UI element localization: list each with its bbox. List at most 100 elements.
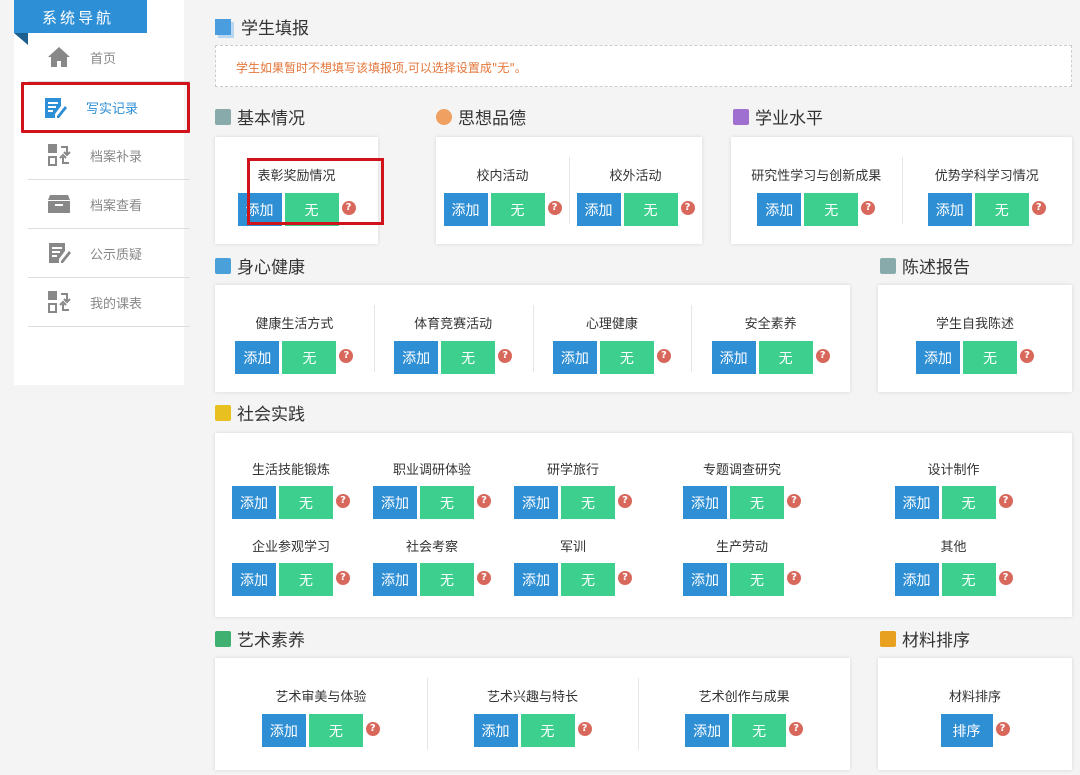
none-button[interactable]: 无 bbox=[441, 341, 495, 374]
heartbeat-icon bbox=[215, 258, 231, 274]
help-icon[interactable]: ? bbox=[618, 571, 632, 585]
fill-item: 校外活动添加无? bbox=[569, 137, 702, 244]
add-button[interactable]: 添加 bbox=[757, 193, 801, 226]
help-icon[interactable]: ? bbox=[477, 494, 491, 508]
none-button[interactable]: 无 bbox=[759, 341, 813, 374]
section-card-sort: 材料排序排序? bbox=[878, 658, 1072, 770]
item-buttons: 添加无? bbox=[685, 714, 803, 747]
item-label: 学生自我陈述 bbox=[936, 313, 1014, 333]
section-card-moral: 校内活动添加无?校外活动添加无? bbox=[436, 137, 702, 244]
help-icon[interactable]: ? bbox=[787, 494, 801, 508]
help-icon[interactable]: ? bbox=[999, 571, 1013, 585]
none-button[interactable]: 无 bbox=[804, 193, 858, 226]
help-icon[interactable]: ? bbox=[548, 201, 562, 215]
item-buttons: 添加无? bbox=[757, 193, 875, 226]
edit-icon bbox=[42, 96, 68, 120]
help-icon[interactable]: ? bbox=[861, 201, 875, 215]
section-title-text: 材料排序 bbox=[902, 626, 970, 651]
help-icon[interactable]: ? bbox=[789, 722, 803, 736]
help-icon[interactable]: ? bbox=[477, 571, 491, 585]
item-label: 艺术创作与成果 bbox=[699, 686, 790, 706]
edit-icon bbox=[46, 241, 72, 265]
help-icon[interactable]: ? bbox=[816, 349, 830, 363]
none-button[interactable]: 无 bbox=[285, 193, 339, 226]
help-icon[interactable]: ? bbox=[336, 494, 350, 508]
add-button[interactable]: 添加 bbox=[895, 563, 939, 596]
help-icon[interactable]: ? bbox=[342, 201, 356, 215]
none-button[interactable]: 无 bbox=[521, 714, 575, 747]
none-button[interactable]: 无 bbox=[624, 193, 678, 226]
help-icon[interactable]: ? bbox=[578, 722, 592, 736]
add-button[interactable]: 添加 bbox=[394, 341, 438, 374]
none-button[interactable]: 无 bbox=[963, 341, 1017, 374]
fill-item: 专题调查研究添加无? bbox=[649, 433, 835, 510]
item-label: 企业参观学习 bbox=[252, 536, 330, 555]
help-icon[interactable]: ? bbox=[657, 349, 671, 363]
help-icon[interactable]: ? bbox=[996, 722, 1010, 736]
item-label: 表彰奖励情况 bbox=[257, 165, 335, 185]
sidebar-item-4[interactable]: 公示质疑 bbox=[28, 229, 190, 278]
add-button[interactable]: 添加 bbox=[474, 714, 518, 747]
help-icon[interactable]: ? bbox=[366, 722, 380, 736]
add-button[interactable]: 添加 bbox=[683, 563, 727, 596]
add-button[interactable]: 添加 bbox=[238, 193, 282, 226]
none-button[interactable]: 无 bbox=[282, 341, 336, 374]
none-button[interactable]: 无 bbox=[491, 193, 545, 226]
sidebar-item-5[interactable]: 我的课表 bbox=[28, 278, 190, 327]
add-button[interactable]: 添加 bbox=[928, 193, 972, 226]
section-title-text: 艺术素养 bbox=[237, 626, 305, 651]
help-icon[interactable]: ? bbox=[339, 349, 353, 363]
none-button[interactable]: 无 bbox=[975, 193, 1029, 226]
sidebar-item-3[interactable]: 档案查看 bbox=[28, 180, 190, 229]
add-button[interactable]: 添加 bbox=[232, 563, 276, 596]
item-label: 材料排序 bbox=[949, 686, 1001, 706]
sort-icon bbox=[880, 631, 896, 647]
add-button[interactable]: 添加 bbox=[262, 714, 306, 747]
help-icon[interactable]: ? bbox=[999, 494, 1013, 508]
add-button[interactable]: 添加 bbox=[373, 563, 417, 596]
home-icon bbox=[46, 45, 72, 69]
none-button[interactable]: 无 bbox=[561, 563, 615, 596]
help-icon[interactable]: ? bbox=[336, 571, 350, 585]
none-button[interactable]: 无 bbox=[420, 563, 474, 596]
item-buttons: 添加无? bbox=[235, 341, 353, 374]
add-button[interactable]: 添加 bbox=[553, 341, 597, 374]
help-icon[interactable]: ? bbox=[787, 571, 801, 585]
item-label: 生活技能锻炼 bbox=[252, 459, 330, 478]
help-icon[interactable]: ? bbox=[1020, 349, 1034, 363]
item-label: 健康生活方式 bbox=[255, 313, 333, 333]
item-label: 艺术兴趣与特长 bbox=[487, 686, 578, 706]
item-buttons: 添加无? bbox=[712, 341, 830, 374]
none-button[interactable]: 无 bbox=[309, 714, 363, 747]
item-label: 校外活动 bbox=[609, 165, 661, 185]
none-button[interactable]: 无 bbox=[730, 563, 784, 596]
help-icon[interactable]: ? bbox=[681, 201, 695, 215]
help-icon[interactable]: ? bbox=[498, 349, 512, 363]
add-button[interactable]: 添加 bbox=[444, 193, 488, 226]
none-button[interactable]: 无 bbox=[732, 714, 786, 747]
help-icon[interactable]: ? bbox=[618, 494, 632, 508]
sidebar-item-0[interactable]: 首页 bbox=[28, 33, 190, 82]
item-label: 研学旅行 bbox=[547, 459, 599, 478]
none-button[interactable]: 无 bbox=[942, 563, 996, 596]
section-card-academic: 研究性学习与创新成果添加无?优势学科学习情况添加无? bbox=[731, 137, 1072, 244]
add-button[interactable]: 添加 bbox=[235, 341, 279, 374]
sidebar-item-2[interactable]: 档案补录 bbox=[28, 131, 190, 180]
help-icon[interactable]: ? bbox=[1032, 201, 1046, 215]
fill-item: 安全素养添加无? bbox=[691, 285, 850, 392]
add-button[interactable]: 添加 bbox=[685, 714, 729, 747]
none-button[interactable]: 无 bbox=[600, 341, 654, 374]
item-buttons: 排序? bbox=[941, 714, 1010, 747]
page-title-icon bbox=[215, 19, 231, 35]
sort-button[interactable]: 排序 bbox=[941, 714, 993, 747]
item-label: 体育竞赛活动 bbox=[414, 313, 492, 333]
item-label: 设计制作 bbox=[927, 459, 979, 478]
item-label: 研究性学习与创新成果 bbox=[751, 165, 881, 185]
page-title: 学生填报 bbox=[215, 14, 309, 39]
add-button[interactable]: 添加 bbox=[577, 193, 621, 226]
sidebar-item-1[interactable]: 写实记录 bbox=[21, 82, 190, 133]
add-button[interactable]: 添加 bbox=[916, 341, 960, 374]
add-button[interactable]: 添加 bbox=[712, 341, 756, 374]
none-button[interactable]: 无 bbox=[279, 563, 333, 596]
add-button[interactable]: 添加 bbox=[514, 563, 558, 596]
